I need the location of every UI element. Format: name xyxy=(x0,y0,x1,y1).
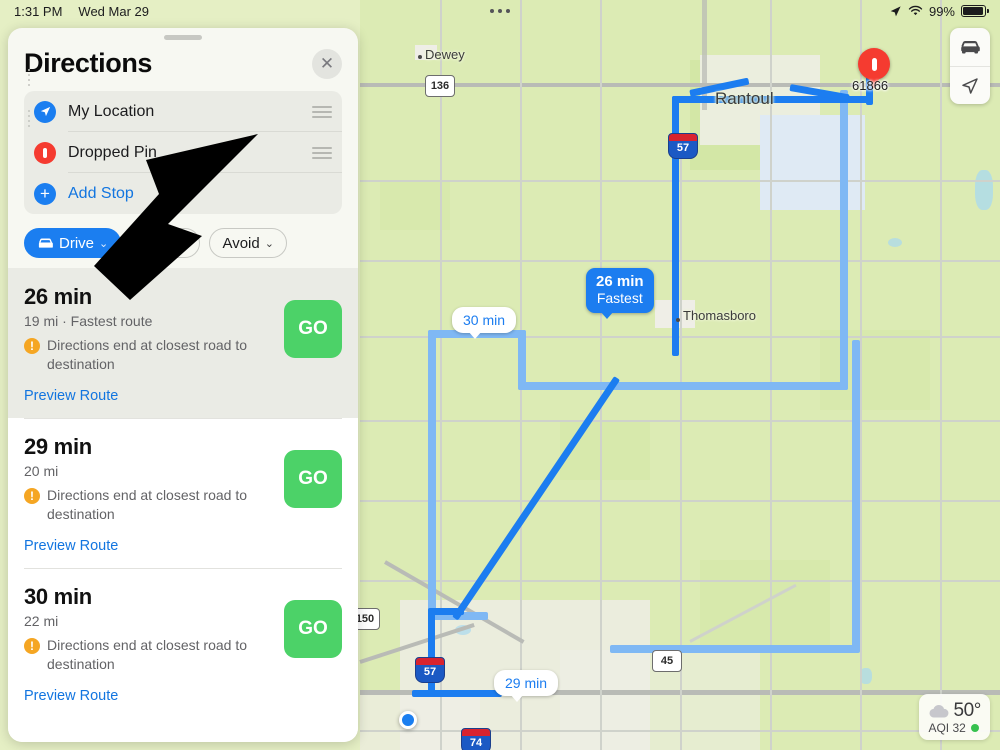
user-location-dot xyxy=(399,711,417,729)
endpoint-label: Dropped Pin xyxy=(68,143,157,161)
status-bar: 1:31 PM Wed Mar 29 99% xyxy=(0,0,1000,22)
reorder-handle[interactable] xyxy=(312,146,332,159)
preview-route-link[interactable]: Preview Route xyxy=(24,388,256,404)
battery-icon xyxy=(961,5,989,17)
badge-time: 29 min xyxy=(505,675,548,691)
chip-drive[interactable]: Drive ⌄ xyxy=(24,228,122,258)
wifi-icon xyxy=(908,5,923,16)
chevron-down-icon: ⌄ xyxy=(264,237,274,250)
endpoint-add-stop[interactable]: + Add Stop xyxy=(24,173,342,214)
weather-temperature: 50° xyxy=(953,700,981,721)
weather-widget[interactable]: 50° AQI 32 xyxy=(919,694,990,740)
endpoint-my-location[interactable]: My Location xyxy=(24,91,342,132)
screen: 136 150 45 57 57 74 74 Dewey Rantoul Tho… xyxy=(0,0,1000,750)
route-option-1[interactable]: 26 min 19 mi · Fastest route ! Direction… xyxy=(8,268,358,419)
map-label-dewey: Dewey xyxy=(425,47,465,62)
directions-panel: Directions ✕ My Location Dropped Pin + A… xyxy=(8,28,358,742)
highway-shield-i57-north: 57 xyxy=(668,133,698,159)
go-button[interactable]: GO xyxy=(284,450,342,509)
route-distance: 20 mi xyxy=(24,463,59,480)
route-distance: 19 mi · Fastest route xyxy=(24,313,153,329)
add-stop-icon: + xyxy=(34,182,56,205)
route-warning: Directions end at closest road to destin… xyxy=(47,637,247,673)
highway-shield-i74-west: 74 xyxy=(461,728,491,750)
route-warning: Directions end at closest road to destin… xyxy=(47,487,247,523)
page-title: Directions xyxy=(24,48,153,78)
destination-zip-label: 61866 xyxy=(852,78,889,93)
route-options-list: 26 min 19 mi · Fastest route ! Direction… xyxy=(8,268,358,742)
highway-shield-45: 45 xyxy=(652,650,682,672)
shield-number: 150 xyxy=(355,613,375,625)
preview-route-link[interactable]: Preview Route xyxy=(24,688,256,704)
route-warning: Directions end at closest road to destin… xyxy=(47,337,247,373)
chip-label: Drive xyxy=(59,234,95,252)
chevron-down-icon: ⌄ xyxy=(99,237,109,250)
endpoint-connector xyxy=(28,110,30,127)
multitasking-dots-icon[interactable] xyxy=(490,9,510,13)
shield-number: 57 xyxy=(676,142,690,154)
recenter-button[interactable] xyxy=(950,66,990,104)
shield-number: 45 xyxy=(660,655,674,667)
weather-aqi: AQI 32 xyxy=(928,721,966,735)
route-badge-29min[interactable]: 29 min xyxy=(494,670,559,702)
badge-time: 26 min xyxy=(596,273,644,290)
navigation-arrow-icon xyxy=(962,77,978,94)
car-icon xyxy=(38,238,53,248)
transport-filters: Drive ⌄ Now ⌄ Avoid ⌄ xyxy=(8,214,358,268)
dropped-pin-icon xyxy=(34,141,56,164)
status-date: Wed Mar 29 xyxy=(78,3,149,19)
badge-time: 30 min xyxy=(463,312,506,328)
chip-departure-time[interactable]: Now ⌄ xyxy=(130,228,201,258)
place-dot-thomasboro xyxy=(676,318,680,322)
status-battery-percent: 99% xyxy=(928,3,955,19)
warning-icon: ! xyxy=(24,338,40,354)
badge-subtitle: Fastest xyxy=(596,290,643,307)
aqi-status-dot xyxy=(970,724,979,732)
shield-number: 57 xyxy=(423,666,437,678)
chevron-down-icon: ⌄ xyxy=(178,237,188,250)
shield-number: 74 xyxy=(469,737,483,749)
chip-avoid[interactable]: Avoid ⌄ xyxy=(209,228,287,258)
location-arrow-icon xyxy=(890,5,901,16)
route-duration: 29 min xyxy=(24,434,92,460)
endpoint-dropped-pin[interactable]: Dropped Pin xyxy=(24,132,342,173)
highway-shield-i57-south: 57 xyxy=(415,657,445,683)
shield-number: 136 xyxy=(430,80,450,92)
route-duration: 26 min xyxy=(24,284,92,309)
map-controls xyxy=(950,28,990,104)
preview-route-link[interactable]: Preview Route xyxy=(24,538,256,554)
route-duration: 30 min xyxy=(24,584,92,610)
warning-icon: ! xyxy=(24,488,40,505)
go-button[interactable]: GO xyxy=(284,300,342,358)
endpoint-label: My Location xyxy=(68,102,155,120)
route-distance: 22 mi xyxy=(24,613,59,630)
map-label-thomasboro: Thomasboro xyxy=(683,308,756,323)
my-location-icon xyxy=(34,100,56,123)
route-option-3[interactable]: 30 min 22 mi ! Directions end at closest… xyxy=(8,568,358,718)
chip-label: Now xyxy=(143,234,174,252)
route-badge-fastest[interactable]: 26 min Fastest xyxy=(586,268,654,320)
cloud-icon xyxy=(929,704,949,718)
map-label-rantoul: Rantoul xyxy=(715,89,774,108)
chip-label: Avoid xyxy=(222,234,260,252)
drive-mode-button[interactable] xyxy=(950,28,990,66)
close-button[interactable]: ✕ xyxy=(312,48,342,79)
reorder-handle[interactable] xyxy=(312,105,332,118)
status-time: 1:31 PM xyxy=(14,3,63,19)
highway-shield-136: 136 xyxy=(425,75,455,97)
place-dot-dewey xyxy=(418,55,422,59)
car-icon xyxy=(961,41,980,54)
route-endpoints: My Location Dropped Pin + Add Stop xyxy=(24,69,342,214)
endpoint-label: Add Stop xyxy=(68,184,134,202)
go-button[interactable]: GO xyxy=(284,600,342,659)
warning-icon: ! xyxy=(24,638,40,655)
route-option-2[interactable]: 29 min 20 mi ! Directions end at closest… xyxy=(8,418,358,568)
route-badge-30min[interactable]: 30 min xyxy=(452,307,517,339)
